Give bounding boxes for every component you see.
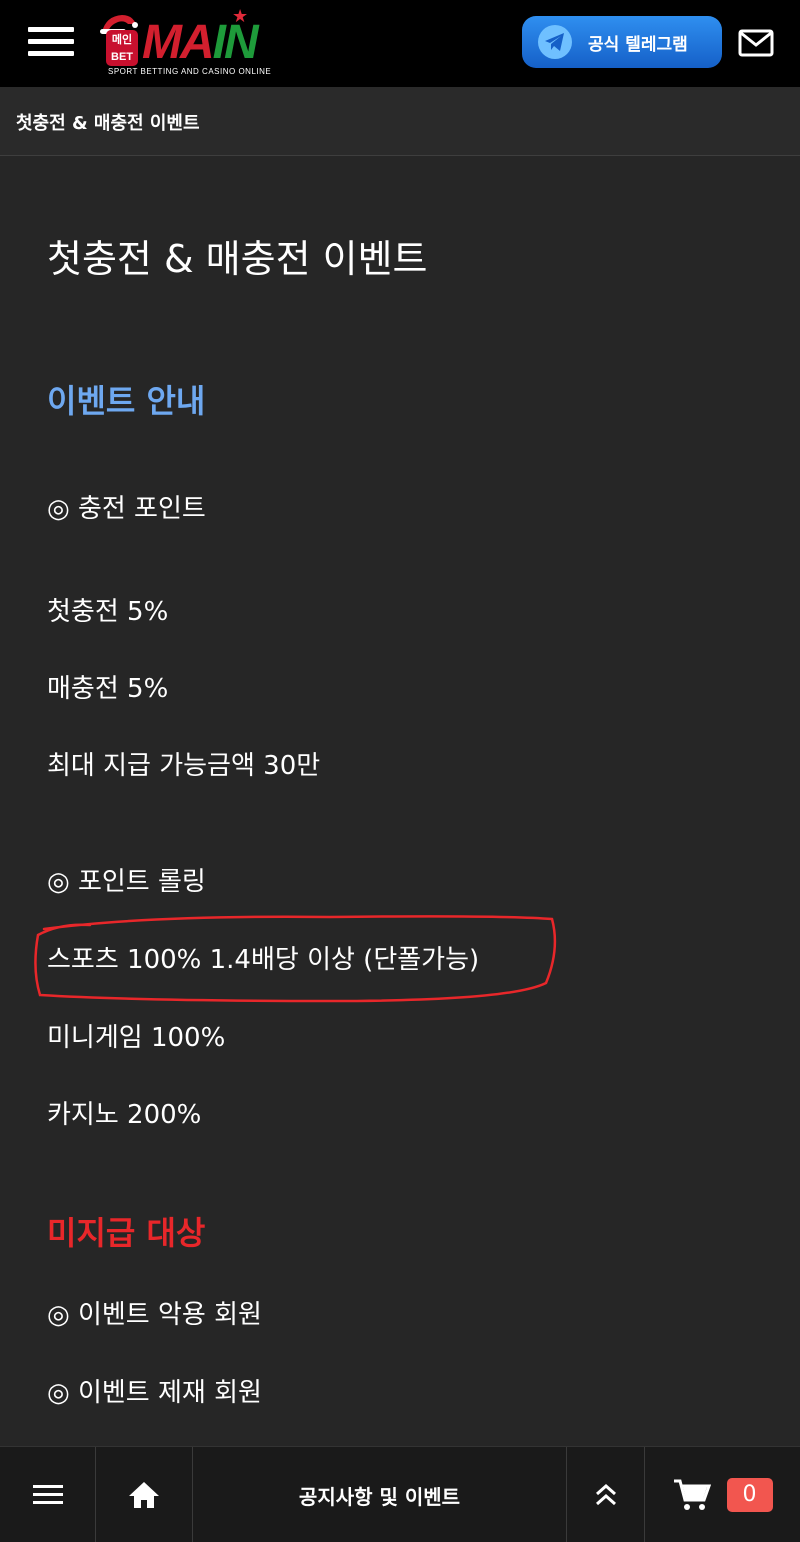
- section-heading-excluded: 미지급 대상: [47, 1214, 206, 1252]
- hamburger-line: [28, 51, 74, 56]
- logo-badge-line2: BET: [111, 51, 133, 63]
- scroll-top-button[interactable]: [567, 1447, 644, 1542]
- home-icon: [129, 1482, 159, 1508]
- logo-badge-line1: 메인: [111, 34, 133, 46]
- bottom-menu-button[interactable]: [0, 1447, 95, 1542]
- post-content: 첫충전 & 매충전 이벤트 이벤트 안내 ◎ 충전 포인트 첫충전 5% 매충전…: [0, 157, 800, 1445]
- hamburger-line: [28, 27, 74, 32]
- bottom-nav: 공지사항 및 이벤트 0: [0, 1446, 800, 1542]
- home-button[interactable]: [96, 1447, 192, 1542]
- section-heading-info: 이벤트 안내: [47, 382, 206, 420]
- mail-icon[interactable]: [738, 29, 774, 57]
- telegram-label: 공식 텔레그램: [588, 34, 688, 55]
- breadcrumb-bar: 첫충전 & 매충전 이벤트: [0, 87, 800, 156]
- hamburger-icon: [32, 1485, 63, 1504]
- cart-button[interactable]: 0: [645, 1447, 800, 1542]
- excluded-line: ◎ 이벤트 제재 회원: [47, 1378, 262, 1408]
- double-chevron-up-icon: [595, 1483, 616, 1506]
- hamburger-line: [28, 39, 74, 44]
- excluded-line: ◎ 이벤트 악용 회원: [47, 1300, 262, 1330]
- top-bar: 메인 BET MAIN ★ SPORT BETTING AND CASINO O…: [0, 0, 800, 87]
- charge-line: 매충전 5%: [47, 674, 169, 704]
- telegram-button[interactable]: 공식 텔레그램: [522, 16, 722, 68]
- logo-tagline: SPORT BETTING AND CASINO ONLINE: [108, 67, 272, 76]
- bottom-title: 공지사항 및 이벤트: [193, 1447, 566, 1542]
- site-logo[interactable]: 메인 BET MAIN ★ SPORT BETTING AND CASINO O…: [94, 8, 294, 80]
- rolling-heading: ◎ 포인트 롤링: [47, 867, 206, 897]
- charge-line: 최대 지급 가능금액 30만: [47, 751, 321, 781]
- page-title: 첫충전 & 매충전 이벤트: [47, 237, 428, 281]
- rolling-line: 미니게임 100%: [47, 1023, 226, 1053]
- cart-icon: [673, 1479, 711, 1510]
- charge-line: 첫충전 5%: [47, 597, 169, 627]
- breadcrumb: 첫충전 & 매충전 이벤트: [16, 113, 200, 134]
- rolling-line-highlighted: 스포츠 100% 1.4배당 이상 (단폴가능): [47, 945, 480, 975]
- cart-count-badge: 0: [726, 1478, 773, 1512]
- bottom-title-text: 공지사항 및 이벤트: [298, 1484, 461, 1509]
- star-icon: ★: [232, 6, 249, 27]
- menu-button[interactable]: [28, 24, 76, 60]
- telegram-icon: [538, 25, 572, 59]
- logo-word-red: MA: [142, 16, 215, 69]
- charge-point-heading: ◎ 충전 포인트: [47, 494, 206, 524]
- logo-badge: 메인 BET: [106, 30, 138, 66]
- rolling-line: 카지노 200%: [47, 1100, 202, 1130]
